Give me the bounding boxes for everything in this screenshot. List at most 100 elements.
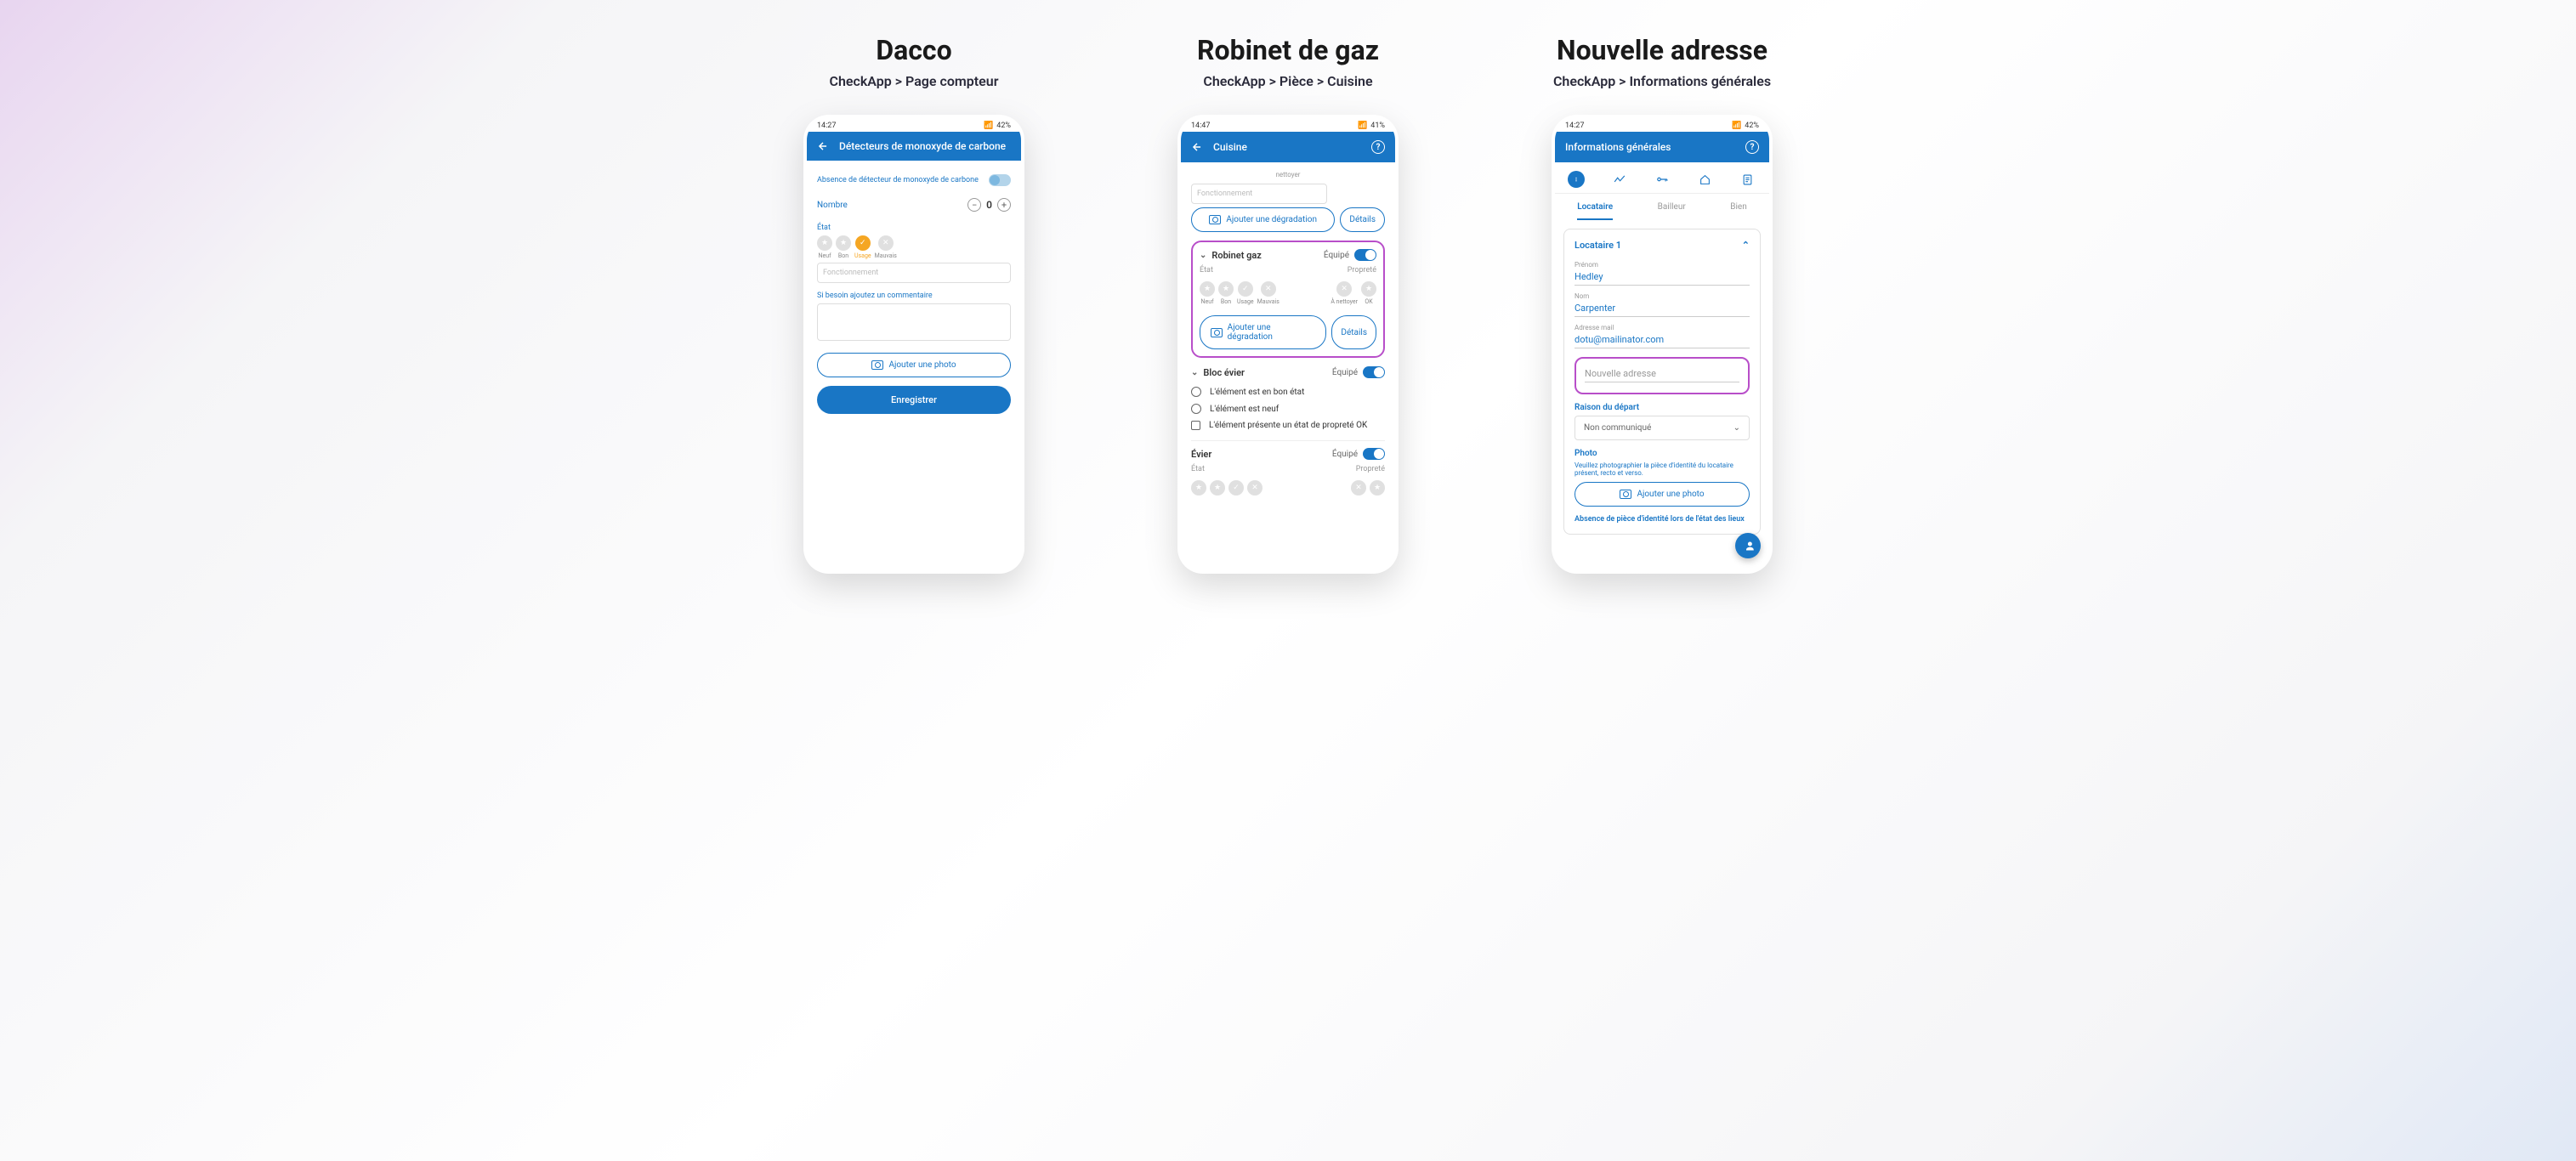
add-degradation-button[interactable]: Ajouter une dégradation [1191,207,1335,232]
state-icon[interactable]: ✕ [1247,480,1262,496]
divider [1191,440,1385,441]
back-arrow-icon[interactable] [1191,141,1203,153]
state-neuf-icon[interactable]: ★ [817,235,832,251]
tab-key-icon[interactable] [1654,171,1671,188]
checklist-item[interactable]: L'élément est neuf [1191,400,1385,417]
tab-locataire[interactable]: Locataire [1577,202,1613,220]
prenom-field[interactable]: Hedley [1575,269,1750,286]
comment-textarea[interactable] [817,303,1011,341]
absence-identity-label: Absence de pièce d'identité lors de l'ét… [1575,515,1750,524]
equipe-toggle[interactable] [1363,448,1385,460]
tab-document-icon[interactable] [1739,171,1756,188]
back-arrow-icon[interactable] [817,140,829,152]
state-icon[interactable]: ★ [1191,480,1206,496]
state-neuf-label: Neuf [819,252,831,259]
tab-home-icon[interactable] [1696,171,1713,188]
raison-value: Non communiqué [1584,423,1651,433]
add-degradation-button[interactable]: Ajouter une dégradation [1200,315,1326,349]
nom-field[interactable]: Carpenter [1575,300,1750,317]
nombre-label: Nombre [817,201,848,210]
state-bon-icon[interactable]: ★ [1218,281,1234,297]
save-button[interactable]: Enregistrer [817,386,1011,414]
radio-icon [1191,404,1201,414]
chevron-up-icon[interactable]: ⌃ [1742,240,1750,251]
decrement-button[interactable]: − [967,198,981,212]
state-icon[interactable]: ★ [1210,480,1225,496]
state-mauvais-icon[interactable]: ✕ [1261,281,1276,297]
help-icon[interactable]: ? [1745,140,1759,154]
add-photo-button[interactable]: Ajouter une photo [1575,482,1750,507]
equipe-toggle[interactable] [1363,366,1385,378]
chevron-down-icon: ⌄ [1733,423,1740,433]
tab-chart-icon[interactable] [1611,171,1628,188]
camera-icon [1209,215,1221,224]
etat-label: État [1191,465,1205,473]
status-time: 14:27 [1565,122,1584,130]
camera-icon [871,360,883,370]
section-title: Nouvelle adresse [1557,34,1767,66]
state-usage-label: Usage [1237,298,1254,305]
signal-icon: 📶 [1732,122,1741,130]
app-header: Cuisine ? [1181,132,1395,162]
check-label: L'élément est en bon état [1210,388,1304,397]
app-header: Informations générales ? [1555,132,1769,162]
chevron-down-icon[interactable]: ⌄ [1191,368,1198,377]
state-bon-icon[interactable]: ★ [836,235,851,251]
battery-label: 41% [1370,122,1385,130]
state-bon-label: Bon [838,252,848,259]
status-bar: 14:27 📶 42% [807,118,1021,132]
phone-content: Absence de détecteur de monoxyde de carb… [807,161,1021,570]
state-icon[interactable]: ✓ [1228,480,1244,496]
state-mauvais-label: Mauvais [875,252,897,259]
app-header: Détecteurs de monoxyde de carbone [807,132,1021,161]
fonctionnement-input[interactable]: Fonctionnement [1191,184,1327,204]
state-icon[interactable]: ★ [1370,480,1385,496]
help-icon[interactable]: ? [1371,140,1385,154]
add-photo-label: Ajouter une photo [888,360,956,370]
state-ok-icon[interactable]: ★ [1361,281,1376,297]
comment-label: Si besoin ajoutez un commentaire [817,292,1011,300]
details-button[interactable]: Détails [1340,207,1385,232]
state-usage-icon[interactable]: ✓ [1238,281,1253,297]
details-button[interactable]: Détails [1331,315,1376,349]
section-title: Robinet de gaz [1197,34,1379,66]
email-field[interactable]: dotu@mailinator.com [1575,331,1750,348]
chevron-down-icon[interactable]: ⌄ [1200,251,1206,260]
fonctionnement-input[interactable]: Fonctionnement [817,263,1011,283]
equipe-label: Équipé [1324,251,1349,260]
section-dacco: Dacco CheckApp > Page compteur 14:27 📶 4… [769,34,1058,574]
add-photo-button[interactable]: Ajouter une photo [817,353,1011,377]
state-ok-label: OK [1365,298,1372,305]
checklist-item[interactable]: L'élément présente un état de propreté O… [1191,417,1385,433]
battery-label: 42% [1745,122,1759,130]
nouvelle-adresse-highlight: Nouvelle adresse [1575,357,1750,394]
state-mauvais-icon[interactable]: ✕ [878,235,894,251]
checkbox-icon [1191,421,1200,430]
increment-button[interactable]: + [997,198,1011,212]
state-icon[interactable]: ✕ [1351,480,1366,496]
page-title: Détecteurs de monoxyde de carbone [839,140,1011,152]
nombre-value: 0 [986,199,992,211]
tab-bailleur[interactable]: Bailleur [1658,202,1686,220]
section-nouvelle-adresse: Nouvelle adresse CheckApp > Informations… [1518,34,1807,574]
checklist-item[interactable]: L'élément est en bon état [1191,383,1385,400]
fab-add-person[interactable] [1735,533,1761,558]
equipe-toggle[interactable] [1354,249,1376,261]
state-icons: ★ Neuf ★ Bon ✓ Usage ✕ Mauvais [817,235,1011,259]
camera-icon [1211,328,1223,337]
etat-label: État [1200,266,1213,275]
locataire-card: Locataire 1 ⌃ Prénom Hedley Nom Carpente… [1563,229,1761,535]
tab-bien[interactable]: Bien [1730,202,1747,220]
state-a-nettoyer-icon[interactable]: ✕ [1336,281,1352,297]
absence-toggle[interactable] [989,174,1011,186]
phone-content: Locataire 1 ⌃ Prénom Hedley Nom Carpente… [1555,220,1769,570]
absence-label: Absence de détecteur de monoxyde de carb… [817,176,979,184]
tab-info-icon[interactable] [1568,171,1585,188]
state-neuf-icon[interactable]: ★ [1200,281,1215,297]
state-usage-icon[interactable]: ✓ [855,235,871,251]
nouvelle-adresse-field[interactable]: Nouvelle adresse [1585,365,1739,382]
card-title: Locataire 1 [1575,240,1621,251]
state-a-nettoyer-label: À nettoyer [1331,298,1358,305]
raison-select[interactable]: Non communiqué ⌄ [1575,416,1750,440]
section-title: Dacco [876,34,951,66]
